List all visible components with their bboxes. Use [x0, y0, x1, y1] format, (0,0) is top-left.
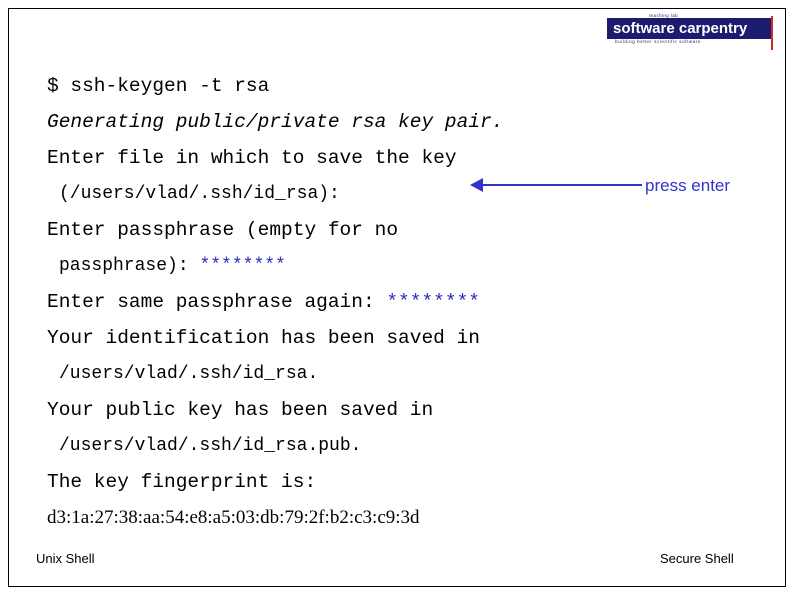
confirm-prompt-text: Enter same passphrase again:	[47, 291, 387, 313]
terminal-line-command: $ ssh-keygen -t rsa	[47, 75, 270, 97]
terminal-transcript: $ ssh-keygen -t rsa Generating public/pr…	[47, 68, 747, 536]
terminal-line-identification-saved: Your identification has been saved in	[47, 327, 480, 349]
passphrase-prompt-text: passphrase):	[59, 256, 200, 276]
arrow-line	[480, 184, 642, 186]
terminal-line-enter-passphrase: Enter passphrase (empty for no	[47, 219, 399, 241]
terminal-line-fingerprint-label: The key fingerprint is:	[47, 471, 317, 493]
logo-word-software: software	[613, 20, 675, 37]
terminal-line-default-path: (/users/vlad/.ssh/id_rsa):	[59, 184, 340, 204]
logo-tagline: building better scientific software	[615, 39, 702, 44]
terminal-line-public-key-saved: Your public key has been saved in	[47, 399, 434, 421]
logo-wordmark: software carpentry	[613, 18, 779, 39]
logo-accent-rule	[771, 16, 773, 50]
terminal-line-public-key-path: /users/vlad/.ssh/id_rsa.pub.	[59, 436, 362, 456]
passphrase-masked-value: ********	[199, 256, 286, 276]
software-carpentry-logo: teaching lab software carpentry building…	[607, 13, 780, 51]
annotation-label: press enter	[645, 176, 731, 195]
terminal-line-confirm-passphrase: Enter same passphrase again: ********	[47, 284, 747, 320]
terminal-line-private-key-path: /users/vlad/.ssh/id_rsa.	[59, 364, 319, 384]
terminal-line-generating: Generating public/private rsa key pair.	[47, 111, 504, 133]
footer-left-label: Unix Shell	[36, 551, 95, 566]
terminal-line-enter-file: Enter file in which to save the key	[47, 147, 457, 169]
confirm-masked-value: ********	[386, 291, 480, 313]
annotation-arrow-icon	[470, 178, 642, 192]
terminal-line-passphrase-input: passphrase): ********	[47, 248, 747, 284]
footer-right-label: Secure Shell	[660, 551, 734, 566]
logo-word-carpentry: carpentry	[678, 20, 748, 37]
slide: teaching lab software carpentry building…	[0, 0, 794, 595]
terminal-line-fingerprint-value: d3:1a:27:38:aa:54:e8:a5:03:db:79:2f:b2:c…	[47, 507, 420, 528]
